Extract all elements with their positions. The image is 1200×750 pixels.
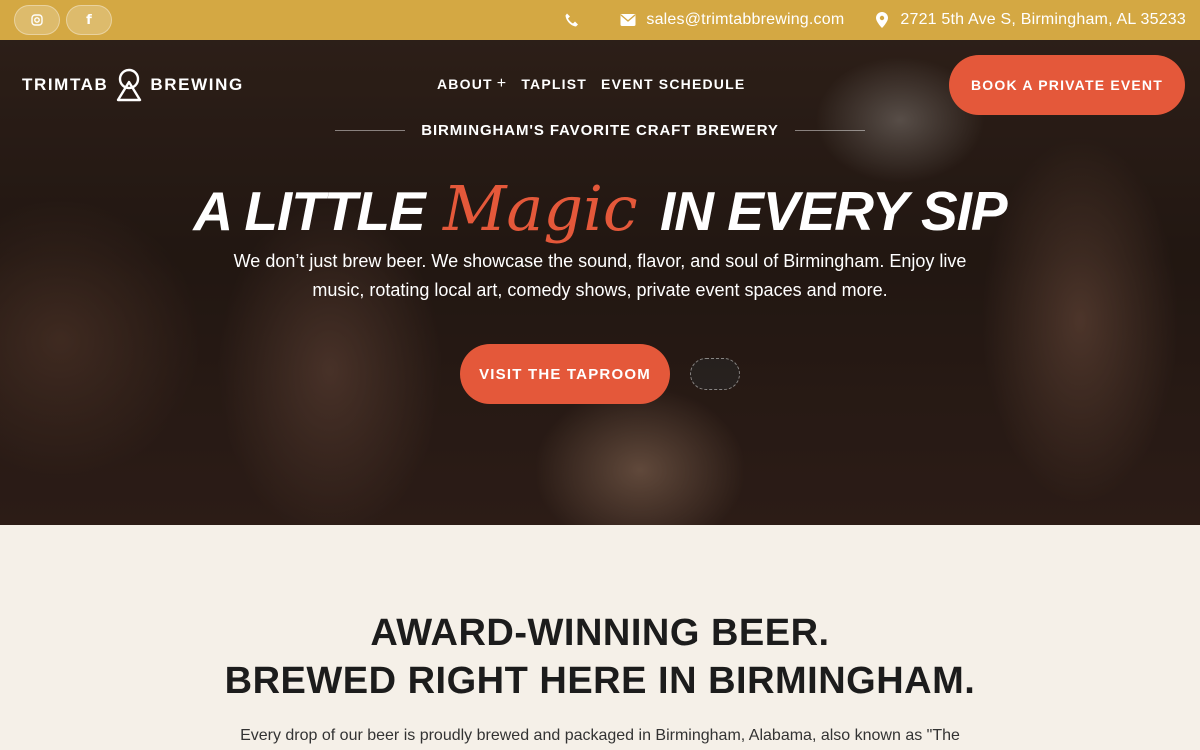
phone-link[interactable] [564, 12, 580, 28]
instagram-icon[interactable] [14, 5, 60, 35]
main-nav: ABOUT + TAPLIST EVENT SCHEDULE [437, 75, 745, 93]
book-private-event-button[interactable]: BOOK A PRIVATE EVENT [949, 55, 1185, 115]
section-heading-line2: BREWED RIGHT HERE IN BIRMINGHAM. [224, 660, 976, 702]
eyebrow-rule-right [794, 130, 865, 131]
logo-text-left: TRIMTAB [22, 75, 109, 94]
secondary-hero-button[interactable] [690, 358, 740, 390]
contact-info: sales@trimtabbrewing.com 2721 5th Ave S,… [564, 11, 1186, 29]
logo-mark-icon [117, 68, 142, 102]
email-link[interactable]: sales@trimtabbrewing.com [620, 11, 844, 29]
address-link[interactable]: 2721 5th Ave S, Birmingham, AL 35233 [874, 11, 1186, 29]
plus-icon: + [496, 75, 508, 92]
phone-icon [564, 12, 580, 28]
site-logo[interactable]: TRIMTAB BREWING [22, 68, 244, 102]
section-heading-line1: AWARD-WINNING BEER. [370, 612, 830, 654]
visit-taproom-button[interactable]: VISIT THE TAPROOM [460, 344, 670, 404]
instagram-glyph [31, 14, 43, 26]
email-text: sales@trimtabbrewing.com [646, 11, 845, 28]
hero-subtitle: We don’t just brew beer. We showcase the… [233, 251, 967, 300]
section-heading: AWARD-WINNING BEER. BREWED RIGHT HERE IN… [0, 609, 1200, 705]
nav-event-schedule[interactable]: EVENT SCHEDULE [601, 75, 745, 93]
hero-headline: A LITTLE Magic IN EVERY SIP [0, 172, 1200, 245]
nav-taplist[interactable]: TAPLIST [521, 75, 587, 93]
map-pin-icon [874, 12, 890, 28]
hero-section: TRIMTAB BREWING ABOUT + TAPLIST EVENT SC… [0, 40, 1200, 525]
social-links: f [14, 5, 112, 35]
facebook-glyph: f [86, 12, 92, 28]
headline-post: IN EVERY SIP [659, 180, 1008, 242]
top-bar: f sales@trimtabbrewing.com 2721 5th Ave … [0, 0, 1200, 40]
nav-about-label: ABOUT [437, 76, 493, 92]
nav-about[interactable]: ABOUT + [437, 75, 507, 93]
hero-eyebrow: BIRMINGHAM'S FAVORITE CRAFT BREWERY [0, 122, 1200, 139]
envelope-icon [620, 12, 636, 28]
address-text: 2721 5th Ave S, Birmingham, AL 35233 [900, 11, 1186, 28]
intro-section: AWARD-WINNING BEER. BREWED RIGHT HERE IN… [0, 525, 1200, 750]
eyebrow-text: BIRMINGHAM'S FAVORITE CRAFT BREWERY [421, 122, 779, 139]
logo-text-right: BREWING [150, 75, 244, 94]
hero-content: TRIMTAB BREWING ABOUT + TAPLIST EVENT SC… [0, 40, 1200, 525]
eyebrow-rule-left [335, 130, 406, 131]
headline-magic: Magic [442, 172, 638, 245]
headline-pre: A LITTLE [193, 180, 425, 242]
facebook-icon[interactable]: f [66, 5, 112, 35]
section-paragraph: Every drop of our beer is proudly brewed… [240, 727, 960, 744]
